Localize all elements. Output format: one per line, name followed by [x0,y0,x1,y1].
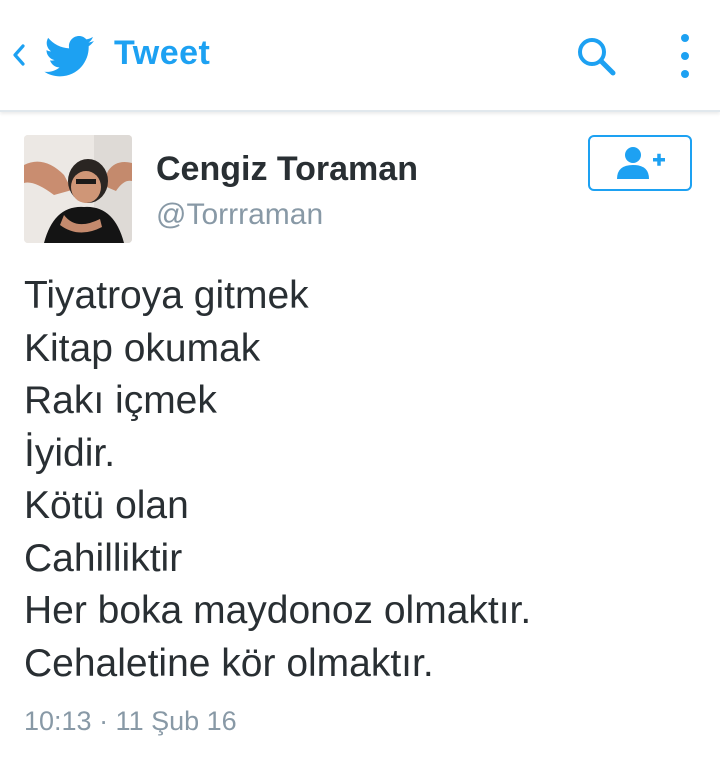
add-user-icon [617,147,665,179]
tweet-line: Rakı içmek [24,379,217,422]
tweet-line: Cehaletine kör olmaktır. [24,641,434,685]
twitter-bird-icon [44,36,96,78]
tweet-line: Her boka maydonoz olmaktır. [24,589,532,632]
more-vertical-icon[interactable] [670,30,700,82]
search-icon[interactable] [574,34,620,80]
avatar[interactable] [24,135,132,243]
author-handle[interactable]: @Torrraman [156,198,323,232]
tweet-line: Kötü olan [24,484,189,527]
top-app-bar: Tweet [0,0,720,112]
tweet-timestamp[interactable]: 10:13 · 11 Şub 16 [24,706,237,737]
tweet-line: Cahilliktir [24,536,183,580]
tweet-text: Tiyatroya gitmek Kitap okumak Rakı içmek… [24,270,704,690]
author-name[interactable]: Cengiz Toraman [156,150,418,189]
tweet-line: Kitap okumak [24,326,261,370]
chevron-left-icon[interactable] [8,38,30,72]
page-title: Tweet [114,34,211,72]
tweet-line: Tiyatroya gitmek [24,274,309,317]
tweet-line: İyidir. [24,431,116,475]
follow-button[interactable] [588,135,692,191]
